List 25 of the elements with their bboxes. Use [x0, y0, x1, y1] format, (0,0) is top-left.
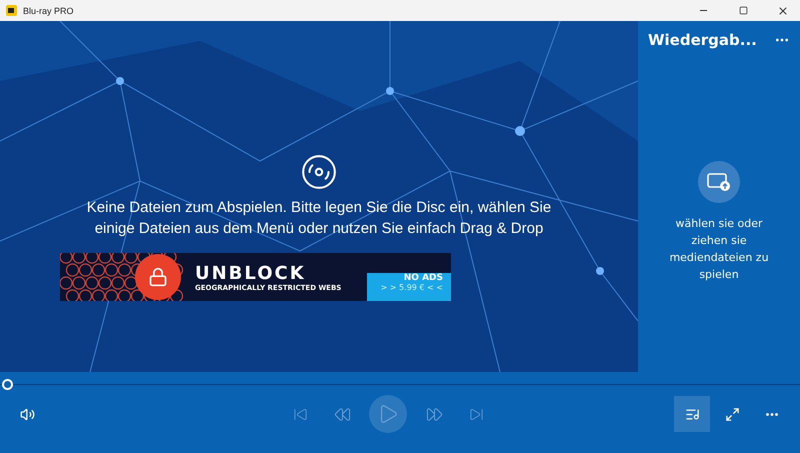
skip-forward-icon: [468, 406, 484, 422]
lock-icon: [135, 254, 181, 300]
skip-back-icon: [292, 406, 308, 422]
speaker-icon: [20, 406, 34, 422]
fullscreen-icon: [724, 406, 740, 422]
fast-forward-icon: [426, 406, 442, 422]
drop-hint: wählen sie oder ziehen sie mediendateien zu spielen: [668, 216, 770, 283]
empty-message: Keine Dateien zum Abspielen. Bitte legen Sie die Disc ein, wählen Sie einige Dateien aus dem Menü oder nutzen Sie einfach Drag & Drop: [86, 198, 552, 239]
add-media-button[interactable]: [698, 161, 740, 203]
seek-thumb[interactable]: [2, 379, 13, 390]
ad-price: > > 5.99 € < <: [380, 283, 443, 292]
panel-title: Wiedergab...: [648, 31, 757, 49]
play-button[interactable]: [369, 395, 407, 433]
app-logo-icon: [6, 5, 17, 16]
window-title: Blu-ray PRO: [23, 6, 75, 16]
playlist-icon: [684, 406, 700, 422]
rewind-icon: [334, 406, 350, 422]
close-icon: [777, 4, 789, 16]
ad-badge-text: NO ADS: [404, 273, 443, 283]
more-icon: [766, 412, 778, 416]
playlist-button[interactable]: [674, 396, 710, 432]
disc-icon: [300, 153, 338, 191]
upload-icon: [707, 172, 731, 192]
maximize-icon: [738, 6, 748, 15]
ad-title: UNBLOCK: [195, 262, 307, 284]
